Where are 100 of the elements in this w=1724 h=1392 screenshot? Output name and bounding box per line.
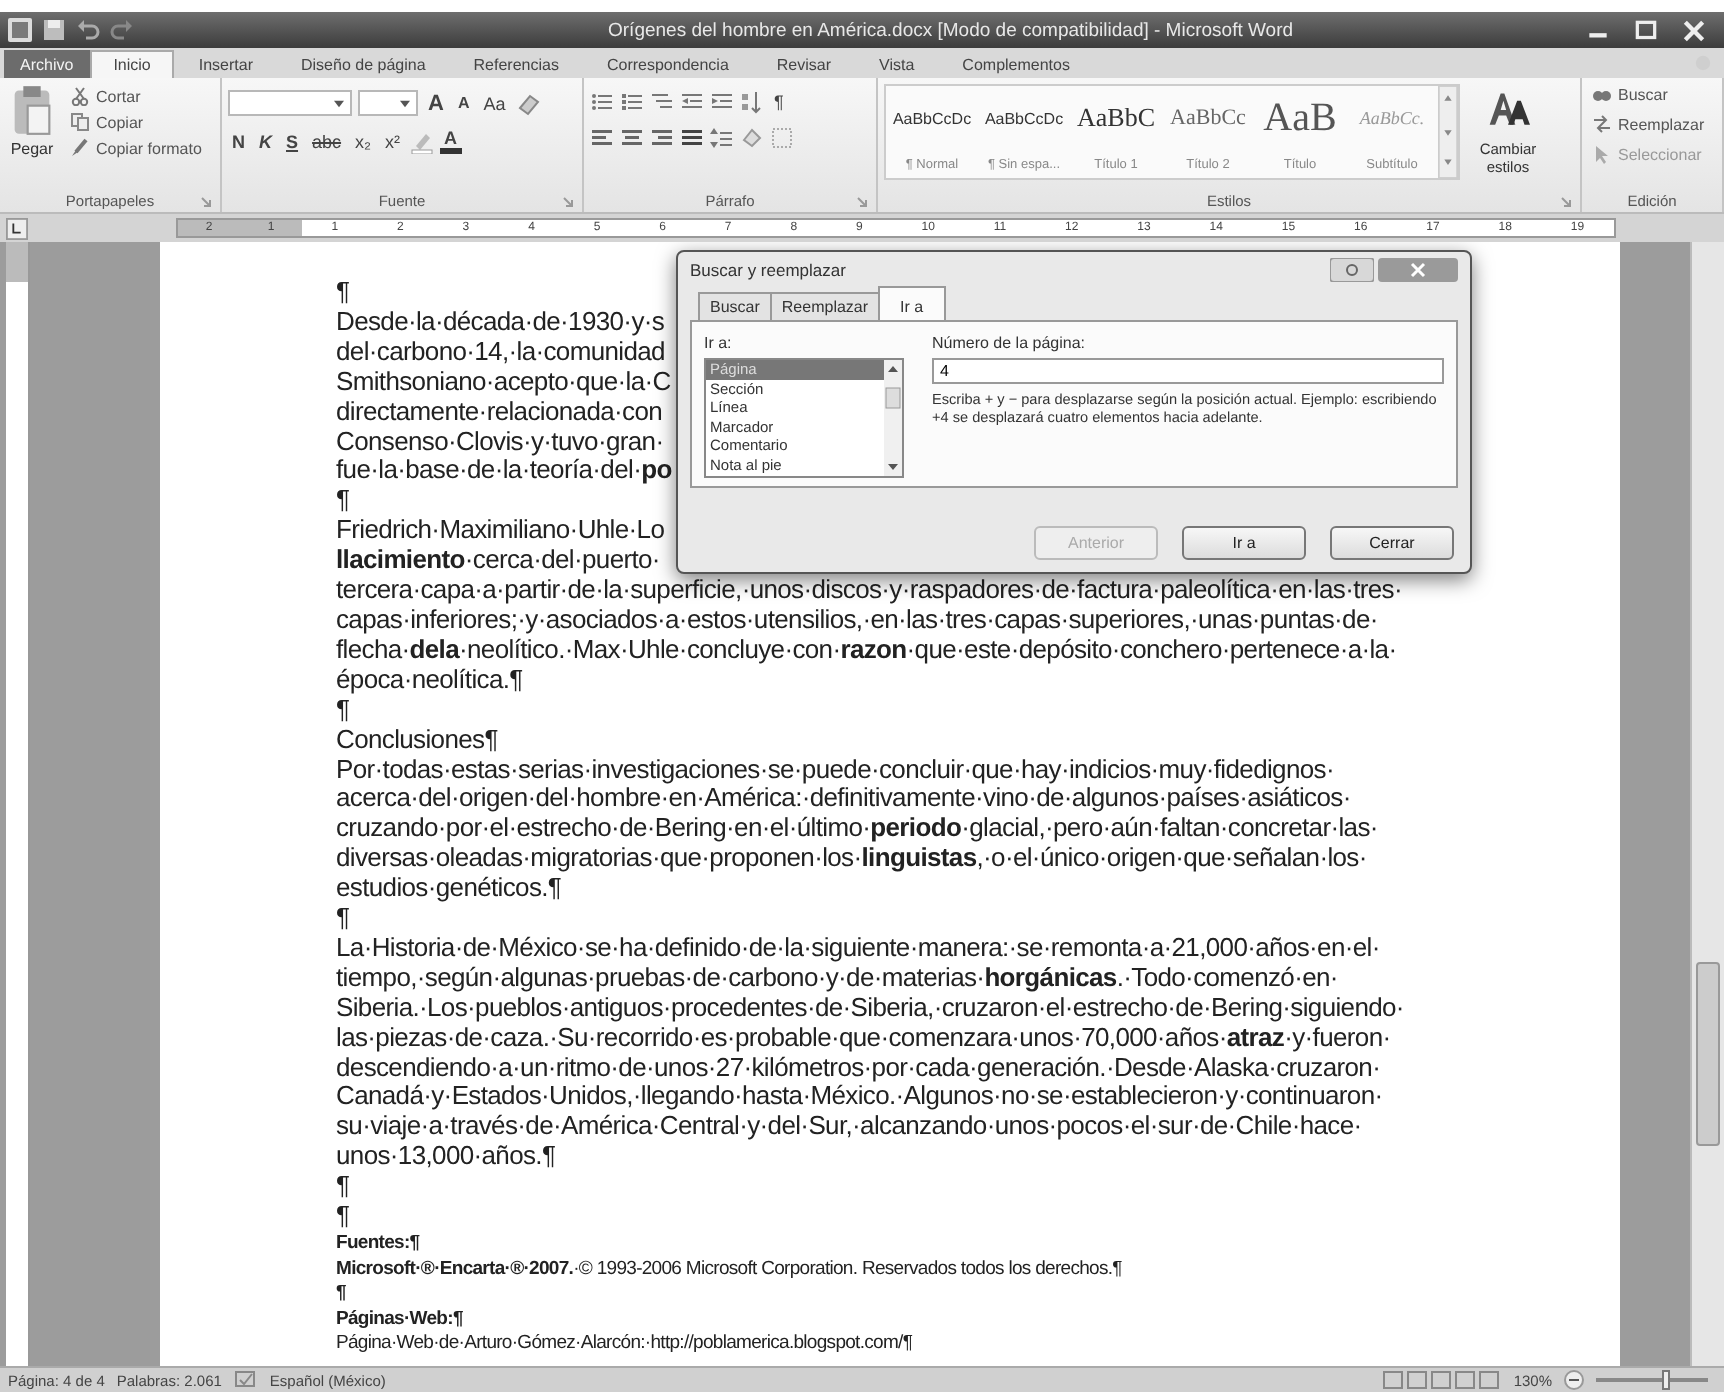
text-line: La·Historia·de·México·se·ha·definido·de·la·siguiente·manera:·se·remonta·a·21,000·años·en·el· (336, 931, 1380, 962)
text-line: del·carbono·14,·la·comunidad (336, 335, 665, 366)
dialog-tab[interactable]: Ir a (878, 286, 946, 320)
format-button[interactable]: K (255, 129, 276, 153)
dialog-launcher-icon[interactable] (1560, 196, 1572, 208)
text-line: diversas·oleadas·migratorias·que·proponen·los·linguistas,·o·el·único·origen·que·señalan·los· (336, 842, 1367, 873)
text-line: ¶ (336, 484, 350, 515)
text-line: acerca·del·origen·del·hombre·en·América:·definitivamente·vino·de·algunos·países·asiáticos· (336, 782, 1351, 813)
copy-icon (70, 112, 90, 132)
text-line: ¶ (336, 1282, 346, 1305)
borders-icon[interactable] (770, 126, 794, 150)
increase-indent-icon[interactable] (710, 90, 734, 114)
field-label: Número de la página: (932, 334, 1087, 352)
show-marks-button[interactable]: ¶ (770, 90, 788, 114)
format-button[interactable]: x² (381, 129, 405, 153)
dialog-tab[interactable]: Reemplazar (769, 292, 881, 320)
undo-icon[interactable] (76, 18, 100, 42)
sort-icon[interactable] (740, 90, 764, 114)
text-line: cruzando·por·el·estrecho·de·Bering·en·el·último·periodo·glacial,·pero·aún·faltan·concretar·las· (336, 812, 1378, 843)
format-button[interactable]: abc (308, 129, 346, 153)
text-line: Consenso·Clovis·y·tuvo·gran· (336, 425, 664, 456)
multilevel-list-icon[interactable] (650, 90, 674, 114)
shading-icon[interactable] (740, 126, 764, 150)
line-spacing-icon[interactable] (710, 126, 734, 150)
word-logo-icon[interactable] (8, 18, 32, 42)
grow-font-button[interactable]: A (424, 91, 448, 115)
format-button[interactable]: N (228, 129, 249, 153)
align-right-icon[interactable] (650, 126, 674, 150)
replace-icon (1592, 114, 1612, 134)
page-number-field[interactable]: 4 (932, 358, 1444, 384)
text-line: ¶ (336, 276, 350, 306)
ribbon-tab[interactable]: Referencias (449, 50, 583, 78)
ribbon-tab[interactable]: Insertar (174, 50, 277, 78)
clipboard-icon (10, 84, 54, 136)
eraser-icon[interactable] (515, 91, 540, 115)
align-center-icon[interactable] (620, 126, 644, 150)
zoom-out-icon[interactable] (1564, 1370, 1584, 1390)
find-button[interactable]: Buscar (1588, 82, 1672, 106)
format-button[interactable]: S (282, 129, 303, 153)
text-line: Fuentes:¶ (336, 1232, 420, 1254)
font-size-field[interactable] (358, 90, 418, 116)
shrink-font-button[interactable]: A (453, 91, 474, 115)
text-line: ¶ (336, 902, 350, 933)
vertical-scrollbar[interactable] (1690, 242, 1724, 1366)
ribbon-tab[interactable]: Vista (855, 50, 939, 78)
format-painter-button[interactable]: Copiar formato (66, 136, 206, 160)
dialog-launcher-icon[interactable] (200, 196, 212, 208)
tab-selector-icon[interactable] (6, 217, 28, 239)
window-title: Orígenes del hombre en América.docx [Modo de compatibilidad] - Microsoft Word (608, 19, 1296, 41)
text-line: Desde·la·década·de·1930·y·s (336, 305, 665, 336)
text-line: Por·todas·estas·serias·investigaciones·se·puede·concluir·que·hay·indicios·muy·fidedignos· (336, 753, 1334, 783)
replace-button[interactable]: Reemplazar (1588, 112, 1709, 136)
font-color-button[interactable]: A (440, 128, 462, 154)
text-line: las·piezas·de·caza.·Su·recorrido·es·probable·que·comenzara·unos·70,000·años·atraz·y·fueron· (336, 1021, 1391, 1052)
ribbon-tab[interactable]: Archivo (4, 50, 90, 78)
copy-button[interactable]: Copiar (66, 110, 206, 134)
text-line: Página·Web·de·Arturo·Gómez·Alarcón:·http://poblamerica.blogspot.com/¶ (336, 1332, 913, 1355)
text-line: tiempo,·según·algunas·pruebas·de·carbono·y·de·materias·horgánicas.·Todo·comenzó·en· (336, 961, 1338, 992)
view-buttons-icon[interactable] (1381, 1370, 1502, 1390)
save-icon[interactable] (42, 18, 66, 42)
dialog-button[interactable]: Cerrar (1330, 526, 1454, 560)
text-line: descendiendo·a·un·ritmo·de·unos·27·kilómetros·por·cada·generación.·Desde·Alaska·cruzaron· (336, 1051, 1381, 1082)
font-name-field[interactable] (228, 90, 352, 116)
text-line: época·neolítica.¶ (336, 663, 523, 694)
brush-icon (70, 138, 90, 158)
text-line: Conclusiones¶ (336, 723, 498, 754)
text-line: Canadá·y·Estados·Unidos,·llegando·hasta·México.·Algunos·no·se·establecieron·y·continuaron· (336, 1080, 1383, 1111)
format-button[interactable]: x₂ (351, 129, 376, 153)
dialog-launcher-icon[interactable] (856, 196, 868, 208)
ribbon-tab[interactable]: Correspondencia (582, 50, 753, 78)
text-line: ¶ (336, 1170, 350, 1201)
text-line: flecha·dela·neolítico.·Max·Uhle·concluye·con·razon·que·este·depósito·conchero·pertenece·a·la· (336, 633, 1397, 664)
text-line: fue·la·base·de·la·teoría·del·po (336, 454, 672, 485)
gallery-scrollbar-icon[interactable] (1438, 86, 1458, 178)
dialog-button[interactable]: Ir a (1182, 526, 1306, 560)
text-line: capas·inferiores;·y·asociados·a·estos·utensilios,·en·las·tres·capas·superiores,·unas·puntas·de· (336, 603, 1378, 634)
numbering-icon[interactable] (620, 90, 644, 114)
text-line: Smithsoniano·acepto·que·la·C (336, 365, 671, 396)
cut-button[interactable]: Cortar (66, 84, 206, 108)
decrease-indent-icon[interactable] (680, 90, 704, 114)
paste-button[interactable]: Pegar (6, 84, 58, 158)
ribbon-tab[interactable]: Revisar (752, 50, 856, 78)
bullets-icon[interactable] (590, 90, 614, 114)
text-line: su·viaje·a·través·de·América·Central·y·del·Sur,·alcanzando·unos·pocos·el·sur·de·Chile·hace· (336, 1110, 1362, 1141)
scrollbar-icon[interactable] (884, 360, 902, 476)
dialog-launcher-icon[interactable] (562, 196, 574, 208)
ribbon-tab[interactable]: Diseño de página (277, 50, 450, 78)
text-line: directamente·relacionada·con (336, 395, 663, 426)
slider-thumb[interactable] (1661, 1370, 1670, 1390)
justify-icon[interactable] (680, 126, 704, 150)
ribbon-tab[interactable]: Inicio (89, 50, 175, 78)
change-case-button[interactable]: Aa (479, 91, 510, 115)
redo-icon[interactable] (110, 18, 134, 42)
text-line: ¶ (336, 693, 350, 724)
text-line: estudios·genéticos.¶ (336, 872, 562, 903)
text-line: Microsoft·®·Encarta·®·2007.·© 1993-2006 Microsoft Corporation. Reservados todos los derechos.¶ (336, 1257, 1122, 1280)
ribbon-tab[interactable]: Complementos (938, 50, 1094, 78)
proofing-icon[interactable] (233, 1370, 258, 1390)
dialog-tab[interactable]: Buscar (698, 292, 772, 320)
align-left-icon[interactable] (590, 126, 614, 150)
